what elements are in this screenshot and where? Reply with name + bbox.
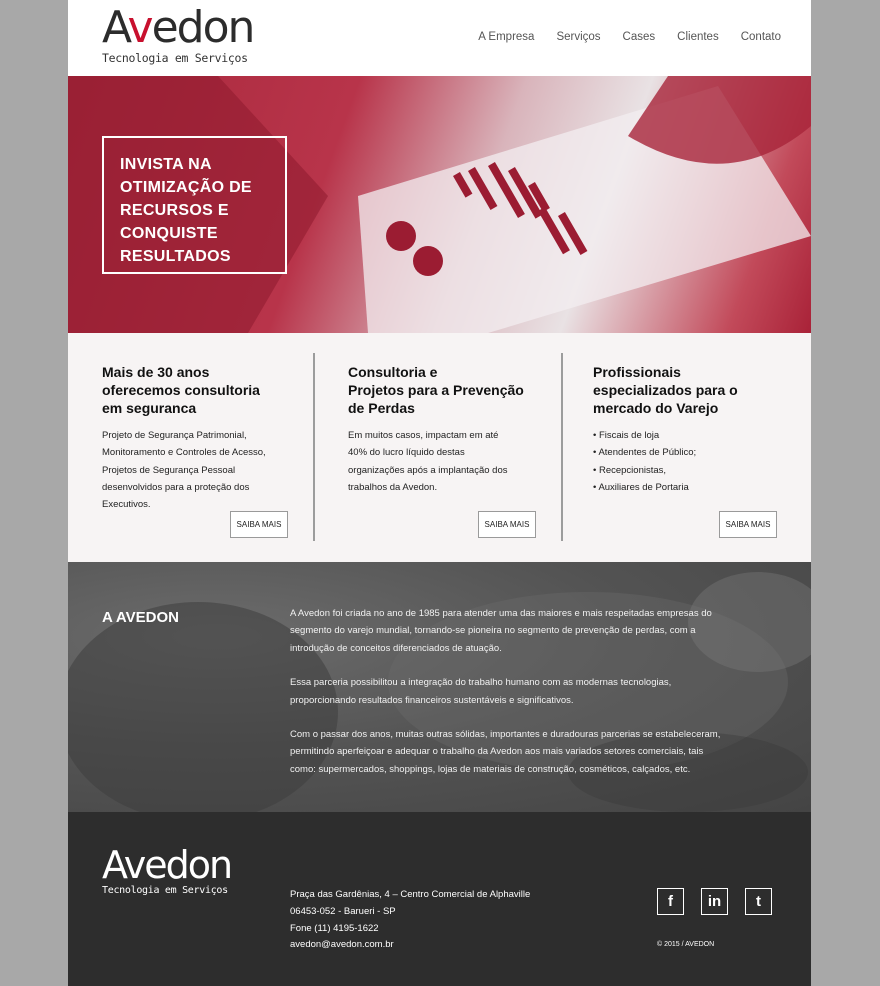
hero-headline-box: INVISTA NA OTIMIZAÇÃO DE RECURSOS E CONQ… bbox=[102, 136, 287, 274]
social-links: f in t bbox=[657, 888, 772, 915]
column-divider bbox=[313, 353, 315, 541]
address-city: 06453-052 - Barueri - SP bbox=[290, 905, 396, 917]
feature-title: Mais de 30 anos oferecemos consultoria e… bbox=[102, 364, 260, 416]
feature-text: Em muitos casos, impactam em até 40% do … bbox=[348, 430, 508, 493]
footer-address: Praça das Gardênias, 4 – Centro Comercia… bbox=[290, 887, 530, 954]
twitter-icon[interactable]: t bbox=[745, 888, 772, 915]
hero-headline: INVISTA NA OTIMIZAÇÃO DE RECURSOS E CONQ… bbox=[120, 156, 252, 265]
footer-logo-wordmark: Avedon bbox=[102, 843, 233, 887]
logo-wordmark: Avedon bbox=[102, 2, 255, 53]
about-paragraph: Com o passar dos anos, muitas outras sól… bbox=[290, 729, 721, 775]
nav-item-a-empresa[interactable]: A Empresa bbox=[478, 31, 534, 43]
nav-item-servicos[interactable]: Serviços bbox=[556, 31, 600, 43]
column-divider bbox=[561, 353, 563, 541]
list-item: • Recepcionistas, bbox=[593, 464, 667, 476]
about-section: A AVEDON A Avedon foi criada no ano de 1… bbox=[68, 562, 811, 812]
list-item: • Fiscais de loja bbox=[593, 430, 660, 441]
feature-list: • Fiscais de loja • Atendentes de Públic… bbox=[593, 427, 783, 496]
about-body: A Avedon foi criada no ano de 1985 para … bbox=[290, 605, 780, 795]
main-nav: A Empresa Serviços Cases Clientes Contat… bbox=[478, 31, 781, 43]
nav-item-clientes[interactable]: Clientes bbox=[677, 31, 719, 43]
features-section: Mais de 30 anos oferecemos consultoria e… bbox=[68, 333, 811, 562]
feature-prevencao: Consultoria e Projetos para a Prevenção … bbox=[348, 363, 538, 496]
nav-item-cases[interactable]: Cases bbox=[623, 31, 656, 43]
site-footer: Avedon Tecnologia em Serviços Praça das … bbox=[68, 812, 811, 986]
copyright: © 2015 / AVEDON bbox=[657, 941, 715, 948]
logo[interactable]: Avedon Tecnologia em Serviços bbox=[102, 2, 255, 66]
saiba-mais-button[interactable]: SAIBA MAIS bbox=[230, 511, 288, 538]
site-header: Avedon Tecnologia em Serviços A Empresa … bbox=[68, 0, 811, 76]
feature-text: Projeto de Segurança Patrimonial, Monito… bbox=[102, 430, 266, 511]
footer-logo-tagline: Tecnologia em Serviços bbox=[102, 885, 228, 896]
about-paragraph: A Avedon foi criada no ano de 1985 para … bbox=[290, 608, 712, 654]
email-link[interactable]: avedon@avedon.com.br bbox=[290, 937, 530, 954]
feature-title: Profissionais especializados para o merc… bbox=[593, 364, 738, 416]
linkedin-icon[interactable]: in bbox=[701, 888, 728, 915]
feature-varejo: Profissionais especializados para o merc… bbox=[593, 363, 783, 496]
phone: Fone (11) 4195-1622 bbox=[290, 922, 379, 934]
about-title: A AVEDON bbox=[102, 609, 179, 626]
logo-tagline: Tecnologia em Serviços bbox=[102, 51, 248, 65]
footer-logo[interactable]: Avedon Tecnologia em Serviços bbox=[102, 843, 233, 896]
saiba-mais-button[interactable]: SAIBA MAIS bbox=[719, 511, 777, 538]
feature-title: Consultoria e Projetos para a Prevenção … bbox=[348, 364, 524, 416]
facebook-icon[interactable]: f bbox=[657, 888, 684, 915]
page: Avedon Tecnologia em Serviços A Empresa … bbox=[68, 0, 811, 986]
nav-item-contato[interactable]: Contato bbox=[741, 31, 781, 43]
hero-banner: INVISTA NA OTIMIZAÇÃO DE RECURSOS E CONQ… bbox=[68, 76, 811, 333]
saiba-mais-button[interactable]: SAIBA MAIS bbox=[478, 511, 536, 538]
about-paragraph: Essa parceria possibilitou a integração … bbox=[290, 677, 672, 706]
address-line: Praça das Gardênias, 4 – Centro Comercia… bbox=[290, 889, 531, 900]
list-item: • Auxiliares de Portaria bbox=[593, 481, 689, 493]
list-item: • Atendentes de Público; bbox=[593, 447, 697, 459]
feature-seguranca: Mais de 30 anos oferecemos consultoria e… bbox=[102, 363, 292, 513]
